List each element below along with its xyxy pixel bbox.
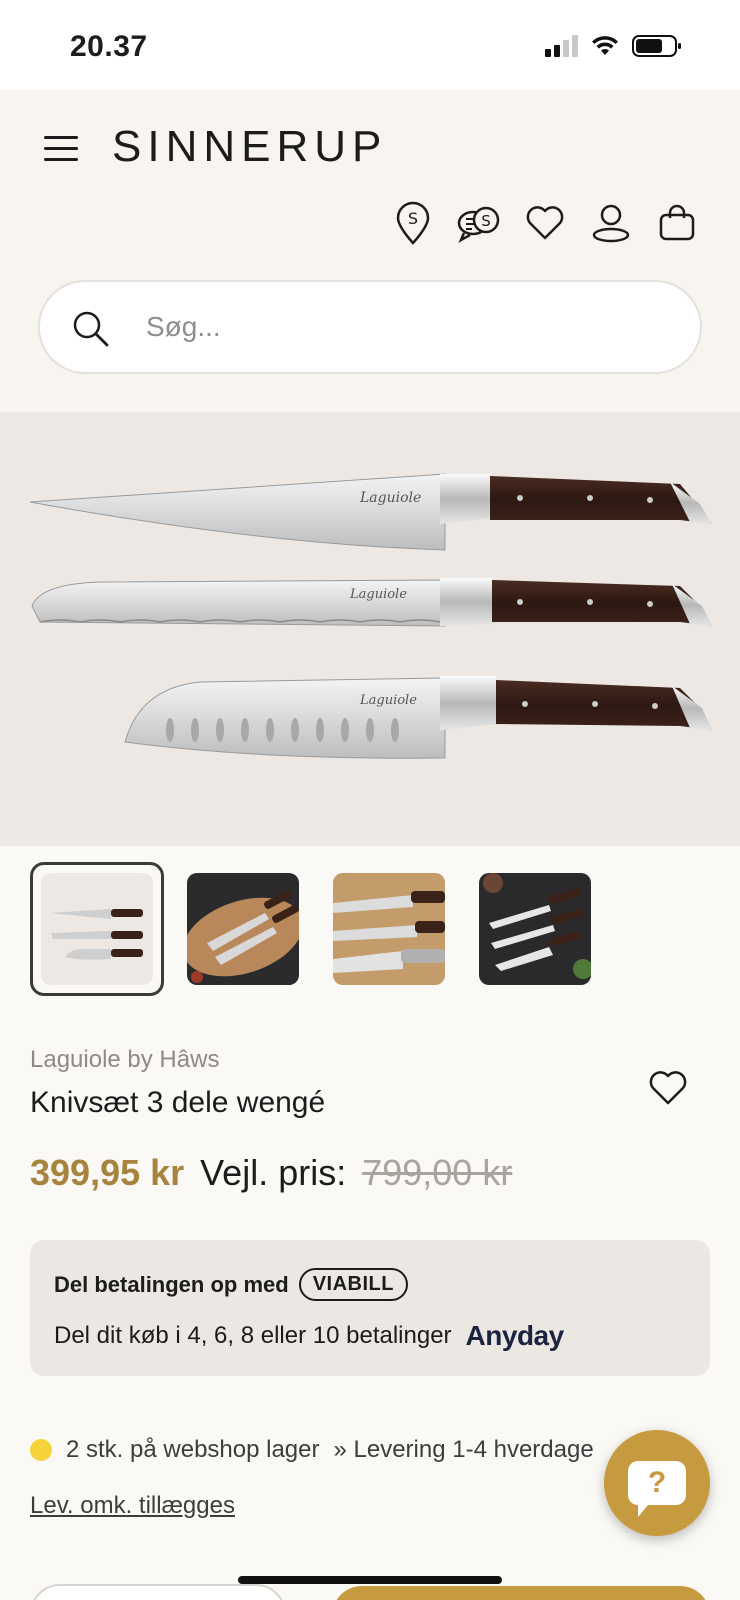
delivery-time: » Levering 1-4 hverdage bbox=[333, 1436, 594, 1463]
wishlist-heart-icon[interactable] bbox=[522, 200, 568, 246]
svg-text:Laguiole: Laguiole bbox=[349, 587, 407, 602]
anyday-logo: Anyday bbox=[465, 1320, 565, 1351]
thumbnail-strip bbox=[30, 862, 602, 996]
shipping-cost-link[interactable]: Lev. omk. tillægges bbox=[30, 1492, 235, 1520]
installment-payment-box[interactable]: Del betalingen op med VIABILL Del dit kø… bbox=[30, 1240, 710, 1376]
product-brand[interactable]: Laguiole by Hâws bbox=[30, 1046, 219, 1074]
quantity-selector[interactable] bbox=[30, 1584, 286, 1600]
shopping-bag-icon[interactable] bbox=[654, 200, 700, 246]
knife-set-image: Laguiole Laguiole Laguiole bbox=[29, 473, 712, 759]
site-logo[interactable]: SINNERUP bbox=[112, 122, 387, 172]
search-icon[interactable] bbox=[72, 310, 110, 348]
product-main-image[interactable]: Laguiole Laguiole Laguiole bbox=[0, 412, 740, 846]
svg-text:Laguiole: Laguiole bbox=[359, 490, 421, 506]
menu-icon[interactable] bbox=[44, 136, 78, 162]
battery-icon bbox=[632, 35, 681, 57]
status-icons bbox=[545, 34, 682, 58]
anyday-row: Del dit køb i 4, 6, 8 eller 10 betalinge… bbox=[54, 1320, 564, 1352]
store-locator-icon[interactable]: S bbox=[390, 200, 436, 246]
viabill-row: Del betalingen op med VIABILL bbox=[54, 1268, 408, 1301]
viabill-text: Del betalingen op med bbox=[54, 1271, 289, 1297]
anyday-text: Del dit køb i 4, 6, 8 eller 10 betalinge… bbox=[54, 1322, 452, 1349]
svg-text:Laguiole: Laguiole bbox=[359, 693, 417, 708]
status-bar: 20.37 bbox=[0, 0, 740, 90]
svg-text:S: S bbox=[481, 212, 491, 230]
thumbnail-1[interactable] bbox=[30, 862, 164, 996]
product-title: Knivsæt 3 dele wengé bbox=[30, 1086, 326, 1119]
search-bar[interactable] bbox=[38, 280, 702, 374]
chat-support-icon[interactable]: S bbox=[456, 200, 502, 246]
cellular-signal-icon bbox=[545, 35, 578, 57]
account-icon[interactable] bbox=[588, 200, 634, 246]
stock-indicator-dot bbox=[30, 1439, 52, 1461]
svg-text:S: S bbox=[408, 209, 418, 228]
add-to-cart-button[interactable] bbox=[332, 1586, 710, 1600]
thumbnail-4[interactable] bbox=[468, 862, 602, 996]
rrp-label: Vejl. pris: bbox=[200, 1152, 347, 1193]
thumbnail-3[interactable] bbox=[322, 862, 456, 996]
question-bubble-icon: ? bbox=[628, 1461, 686, 1517]
thumbnail-2[interactable] bbox=[176, 862, 310, 996]
stock-status: 2 stk. på webshop lager bbox=[66, 1436, 320, 1463]
sale-price: 399,95 kr bbox=[30, 1152, 185, 1193]
help-chat-button[interactable]: ? bbox=[604, 1430, 710, 1536]
home-indicator bbox=[238, 1576, 502, 1584]
stock-status-row: 2 stk. på webshop lager » Levering 1-4 h… bbox=[30, 1436, 594, 1464]
status-time: 20.37 bbox=[70, 30, 148, 63]
wifi-icon bbox=[592, 36, 618, 55]
rrp-price: 799,00 kr bbox=[362, 1152, 513, 1193]
search-input[interactable] bbox=[146, 304, 666, 350]
header-icon-row: S S bbox=[390, 200, 700, 246]
add-to-wishlist-heart-icon[interactable] bbox=[648, 1068, 688, 1108]
viabill-logo: VIABILL bbox=[298, 1268, 408, 1301]
price-row: 399,95 kr Vejl. pris: 799,00 kr bbox=[30, 1152, 512, 1194]
